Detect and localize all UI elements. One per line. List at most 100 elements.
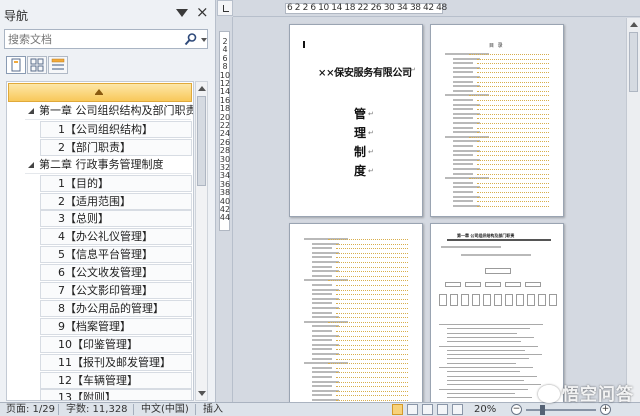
tree-item[interactable]: 3【总则】 xyxy=(40,210,192,228)
text-line xyxy=(439,324,543,325)
search-icon[interactable] xyxy=(184,32,198,46)
org-chart-box xyxy=(505,282,521,287)
collapse-all-bar[interactable] xyxy=(8,83,192,102)
tree-item[interactable]: 6【公文收发管理】 xyxy=(40,264,192,282)
zoom-level[interactable]: 20% xyxy=(474,404,496,416)
toc-leader-dots xyxy=(336,390,408,392)
toc-entry-text xyxy=(453,85,480,88)
toc-leader-dots xyxy=(336,262,408,263)
toc-leader-dots xyxy=(477,86,549,88)
tree-item[interactable]: 7【公文影印管理】 xyxy=(40,282,192,299)
zoom-out-icon[interactable]: − xyxy=(511,404,522,415)
tab-selector-icon[interactable] xyxy=(217,0,233,16)
tree-chapter[interactable]: 第二章 行政事务管理制度 xyxy=(25,157,191,174)
tree-item-label: 5【信息平台管理】 xyxy=(58,248,153,262)
scroll-up-arrow-icon[interactable] xyxy=(630,22,638,27)
watermark-text: 悟空问答 xyxy=(562,385,634,405)
search-box[interactable] xyxy=(4,29,208,49)
toc-leader-dots xyxy=(477,201,549,203)
toc-leader-dots xyxy=(336,312,408,314)
ruler-number: 44 xyxy=(219,213,231,223)
toc-entry-text xyxy=(453,66,480,69)
toc-leader-dots xyxy=(336,317,408,319)
org-chart-box xyxy=(485,282,501,287)
text-line xyxy=(439,367,533,368)
tree-item[interactable]: 9【档案管理】 xyxy=(40,317,192,335)
page-1[interactable]: ××保安服务有限公司 ↵ 管 ↵ 理 ↵ 制 ↵ 度 ↵ xyxy=(289,24,423,217)
toc-entry-text xyxy=(312,242,339,245)
full-screen-reading-view-icon[interactable] xyxy=(407,404,418,415)
text-line xyxy=(447,354,542,356)
tree-item[interactable]: 2【适用范围】 xyxy=(40,192,192,210)
search-options-icon[interactable] xyxy=(201,38,207,42)
toc-leader-dots xyxy=(477,192,549,193)
paragraph-mark: ↵ xyxy=(368,129,374,137)
toc-leader-dots xyxy=(336,243,408,245)
web-layout-view-icon[interactable] xyxy=(422,404,433,415)
zoom-slider[interactable] xyxy=(526,409,596,411)
text-line xyxy=(447,349,525,351)
draft-view-icon[interactable] xyxy=(452,404,463,415)
tree-chapter[interactable]: 第一章 公司组织结构及部门职责 xyxy=(25,103,194,120)
tab-results[interactable] xyxy=(48,56,68,74)
scrollbar-thumb[interactable] xyxy=(629,32,638,92)
zoom-slider-thumb[interactable] xyxy=(540,405,545,415)
page-count[interactable]: 页面: 1/29 xyxy=(6,404,55,416)
page-3[interactable] xyxy=(289,223,423,402)
tree-item-label: 10【印鉴管理】 xyxy=(58,337,138,351)
paragraph-mark: ↵ xyxy=(368,110,374,118)
page-4[interactable]: 第一章 公司组织结构及部门职责 xyxy=(430,223,564,402)
paragraph-mark: ↵ xyxy=(368,167,374,175)
tree-item-label: 第一章 公司组织结构及部门职责 xyxy=(39,104,194,117)
tree-item[interactable]: 4【办公礼仪管理】 xyxy=(40,228,192,246)
toc-leader-dots xyxy=(477,164,549,166)
pane-options-icon[interactable] xyxy=(176,9,188,17)
org-chart-box xyxy=(461,294,469,306)
document-scrollbar[interactable] xyxy=(626,18,640,402)
heading-underline xyxy=(447,239,551,241)
headings-icon xyxy=(11,58,21,72)
toc-entry-text xyxy=(312,311,332,314)
scrollbar-thumb[interactable] xyxy=(197,96,206,186)
tree-item[interactable]: 12【车辆管理】 xyxy=(40,371,192,389)
word-count[interactable]: 字数: 11,328 xyxy=(66,404,128,416)
tree-item[interactable]: 2【部门职责】 xyxy=(40,138,192,156)
tree-item[interactable]: 13【附则】 xyxy=(40,389,192,400)
toc-leader-dots xyxy=(336,372,408,374)
search-input[interactable] xyxy=(8,31,176,47)
language[interactable]: 中文(中国) xyxy=(141,404,189,416)
scroll-down-arrow-icon[interactable] xyxy=(198,391,206,396)
print-layout-view-icon[interactable] xyxy=(392,404,403,415)
toc-entry-text xyxy=(312,330,332,332)
tree-item[interactable]: 10【印鉴管理】 xyxy=(40,335,192,353)
expand-triangle-icon[interactable] xyxy=(28,108,34,114)
tree-item[interactable]: 5【信息平台管理】 xyxy=(40,246,192,264)
scroll-up-arrow-icon[interactable] xyxy=(198,86,206,91)
tree-item[interactable]: 11【报刊及邮发管理】 xyxy=(40,353,192,371)
text-line xyxy=(447,336,534,338)
document-area[interactable]: ××保安服务有限公司 ↵ 管 ↵ 理 ↵ 制 ↵ 度 ↵ 目 录 第一章 公司组织结构及部门职… xyxy=(234,18,626,402)
page-2[interactable]: 目 录 xyxy=(430,24,564,217)
tree-item-label: 第二章 行政事务管理制度 xyxy=(39,157,164,171)
toc-entry-text xyxy=(453,186,480,189)
tree-item[interactable]: 1【公司组织结构】 xyxy=(40,120,192,138)
tab-pages[interactable] xyxy=(27,56,47,74)
expand-triangle-icon[interactable] xyxy=(28,161,34,168)
toc-leader-dots xyxy=(336,340,408,342)
navigation-scrollbar[interactable] xyxy=(195,81,208,401)
toc-entry-text xyxy=(312,288,339,291)
tree-item[interactable]: 8【办公用品的管理】 xyxy=(40,299,192,317)
horizontal-ruler[interactable]: 6 2 2 6 10 14 18 22 26 30 34 38 42 48 xyxy=(233,0,640,17)
toc-leader-dots xyxy=(477,150,549,152)
tree-item[interactable]: 1【目的】 xyxy=(40,174,192,192)
vertical-ruler[interactable]: 2 4 6 8 10 12 14 16 18 20 22 24 26 28 30 32 34 36 38 40 42 44 xyxy=(217,17,233,402)
toc-leader-dots xyxy=(477,113,549,115)
outline-view-icon[interactable] xyxy=(437,404,448,415)
toc-leader-dots xyxy=(477,127,549,129)
tree-item-label: 1【目的】 xyxy=(58,176,109,190)
tab-headings[interactable] xyxy=(6,56,26,74)
company-name: ××保安服务有限公司 xyxy=(318,68,412,79)
zoom-in-icon[interactable]: + xyxy=(600,404,611,415)
insert-mode[interactable]: 插入 xyxy=(203,404,223,416)
close-pane-icon[interactable]: × xyxy=(196,3,209,21)
